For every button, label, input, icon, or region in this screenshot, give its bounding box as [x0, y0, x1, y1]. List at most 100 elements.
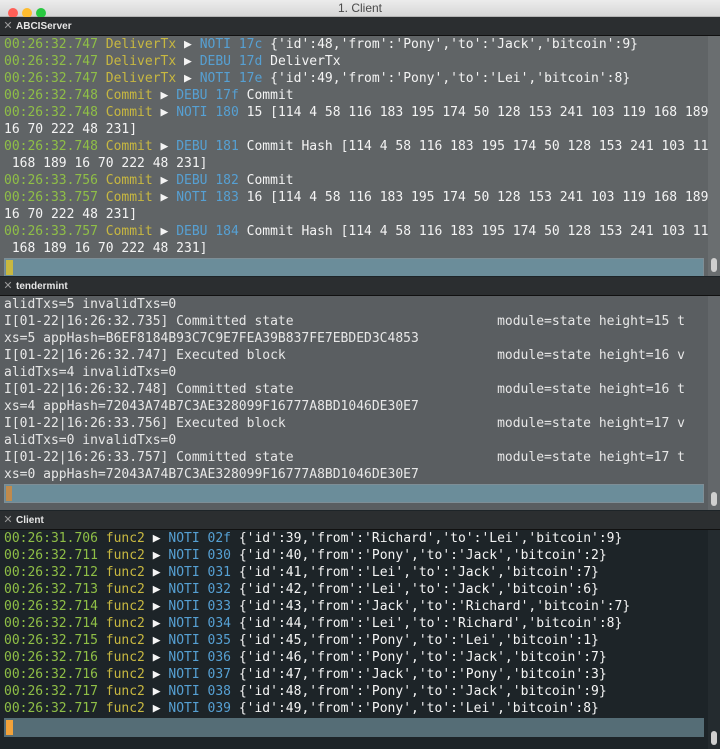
scrollbar-thumb[interactable] — [711, 492, 717, 506]
log-line: 00:26:32.748 Commit ▶ NOTI 180 15 [114 4… — [4, 104, 708, 121]
pane-tendermint: ✕ tendermint alidTxs=5 invalidTxs=0 I[01-2… — [0, 277, 720, 510]
log-message: {'id':39,'from':'Richard','to':'Lei','bi… — [238, 531, 623, 546]
log-level: NOTI 17e — [199, 71, 263, 86]
log-line: xs=4 appHash=72043A74B7C3AE328099F16777A… — [4, 398, 708, 415]
log-module: Commit — [105, 190, 153, 205]
log-line: 00:26:32.712 func2 ▶ NOTI 031 {'id':41,'… — [4, 564, 708, 581]
log-timestamp: 00:26:32.748 — [4, 88, 98, 103]
log-line: 00:26:32.714 func2 ▶ NOTI 033 {'id':43,'… — [4, 598, 708, 615]
play-arrow-icon: ▶ — [144, 548, 169, 563]
log-text: xs=0 appHash=72043A74B7C3AE328099F16777A… — [4, 467, 419, 482]
window-title: 1. Client — [337, 1, 383, 15]
play-arrow-icon: ▶ — [144, 565, 169, 580]
log-level: NOTI 180 — [176, 105, 239, 120]
log-text: alidTxs=5 invalidTxs=0 — [4, 297, 177, 312]
log-line: 00:26:32.716 func2 ▶ NOTI 037 {'id':47,'… — [4, 666, 708, 683]
log-message: {'id':42,'from':'Lei','to':'Jack','bitco… — [238, 582, 599, 597]
log-level: NOTI 183 — [176, 190, 239, 205]
log-module: Commit — [105, 224, 153, 239]
log-module: Commit — [105, 88, 153, 103]
log-text: I[01-22|16:26:33.757] Committed state mo… — [4, 450, 685, 465]
log-message: {'id':48,'from':'Pony','to':'Jack','bitc… — [238, 684, 607, 699]
play-arrow-icon: ▶ — [144, 599, 169, 614]
log-line: I[01-22|16:26:32.748] Committed state mo… — [4, 381, 708, 398]
pane-title: Client — [16, 515, 44, 526]
pane-abciserver: ✕ ABCIServer 00:26:32.747 DeliverTx ▶ NOT… — [0, 17, 720, 276]
scrollbar-thumb[interactable] — [711, 731, 717, 745]
scrollbar[interactable] — [708, 36, 720, 276]
log-text: 16 70 222 48 231] — [4, 207, 138, 222]
log-line: 00:26:33.757 Commit ▶ DEBU 184 Commit Ha… — [4, 223, 716, 240]
log-lines: 00:26:32.747 DeliverTx ▶ NOTI 17c {'id':… — [4, 36, 716, 257]
play-arrow-icon: ▶ — [152, 190, 177, 205]
play-arrow-icon: ▶ — [152, 139, 177, 154]
scrollbar-thumb[interactable] — [711, 258, 717, 272]
command-input[interactable] — [4, 484, 704, 503]
log-line: I[01-22|16:26:32.735] Committed state mo… — [4, 313, 708, 330]
close-icon[interactable]: ✕ — [0, 511, 16, 529]
log-text: 168 189 16 70 222 48 231] — [4, 156, 208, 171]
log-module: func2 — [105, 633, 145, 648]
log-line: alidTxs=5 invalidTxs=0 — [4, 296, 708, 313]
log-module: func2 — [105, 667, 145, 682]
log-timestamp: 00:26:32.716 — [4, 667, 98, 682]
log-line: 168 189 16 70 222 48 231] — [4, 155, 708, 172]
log-text: xs=4 appHash=72043A74B7C3AE328099F16777A… — [4, 399, 419, 414]
log-timestamp: 00:26:32.748 — [4, 139, 98, 154]
log-message: {'id':46,'from':'Pony','to':'Jack','bitc… — [238, 650, 607, 665]
log-message: Commit — [246, 173, 294, 188]
log-line: 00:26:32.747 DeliverTx ▶ NOTI 17e {'id':… — [4, 70, 708, 87]
log-output: alidTxs=5 invalidTxs=0 I[01-22|16:26:32.7… — [0, 296, 708, 510]
log-line: 00:26:32.717 func2 ▶ NOTI 039 {'id':49,'… — [4, 700, 708, 717]
log-module: func2 — [105, 531, 145, 546]
log-timestamp: 00:26:32.747 — [4, 54, 98, 69]
log-timestamp: 00:26:32.716 — [4, 650, 98, 665]
play-arrow-icon: ▶ — [152, 105, 177, 120]
log-line: 00:26:32.717 func2 ▶ NOTI 038 {'id':48,'… — [4, 683, 708, 700]
log-module: func2 — [105, 616, 145, 631]
command-input[interactable] — [4, 718, 704, 737]
log-line: I[01-22|16:26:33.757] Committed state mo… — [4, 449, 708, 466]
log-output: 00:26:32.747 DeliverTx ▶ NOTI 17c {'id':… — [0, 36, 716, 276]
command-input[interactable] — [4, 258, 704, 276]
log-line: xs=0 appHash=72043A74B7C3AE328099F16777A… — [4, 466, 708, 483]
log-module: func2 — [105, 650, 145, 665]
log-timestamp: 00:26:32.717 — [4, 684, 98, 699]
scrollbar[interactable] — [708, 296, 720, 510]
close-icon[interactable]: ✕ — [0, 277, 16, 295]
log-text: alidTxs=4 invalidTxs=0 — [4, 365, 177, 380]
log-line: 16 70 222 48 231] — [4, 206, 708, 223]
log-timestamp: 00:26:32.747 — [4, 71, 98, 86]
log-line: 00:26:32.748 Commit ▶ DEBU 17f Commit — [4, 87, 708, 104]
log-timestamp: 00:26:31.706 — [4, 531, 98, 546]
play-arrow-icon: ▶ — [176, 37, 200, 52]
play-arrow-icon: ▶ — [144, 582, 169, 597]
log-line: 00:26:33.756 Commit ▶ DEBU 182 Commit — [4, 172, 708, 189]
log-module: Commit — [105, 173, 153, 188]
log-message: {'id':49,'from':'Pony','to':'Lei','bitco… — [238, 701, 599, 716]
log-text: xs=5 appHash=B6EF8184B93C7C9E7FEA39B837F… — [4, 331, 419, 346]
log-module: func2 — [105, 701, 145, 716]
text-cursor — [6, 486, 12, 501]
close-icon[interactable]: ✕ — [0, 17, 16, 35]
log-timestamp: 00:26:32.747 — [4, 37, 98, 52]
log-timestamp: 00:26:32.713 — [4, 582, 98, 597]
log-output: 00:26:31.706 func2 ▶ NOTI 02f {'id':39,'… — [0, 530, 708, 749]
log-level: DEBU 17d — [199, 54, 263, 69]
log-text: I[01-22|16:26:32.748] Committed state mo… — [4, 382, 685, 397]
log-timestamp: 00:26:33.757 — [4, 190, 98, 205]
log-message: {'id':41,'from':'Lei','to':'Jack','bitco… — [238, 565, 599, 580]
log-text: I[01-22|16:26:32.735] Committed state mo… — [4, 314, 685, 329]
log-message: 15 [114 4 58 116 183 195 174 50 128 153 … — [246, 105, 709, 120]
scrollbar[interactable] — [708, 530, 720, 749]
log-level: DEBU 182 — [176, 173, 239, 188]
log-level: NOTI 039 — [168, 701, 231, 716]
log-line: alidTxs=0 invalidTxs=0 — [4, 432, 708, 449]
log-level: NOTI 036 — [168, 650, 231, 665]
log-timestamp: 00:26:32.711 — [4, 548, 98, 563]
log-level: NOTI 031 — [168, 565, 231, 580]
log-level: NOTI 030 — [168, 548, 231, 563]
pane-header: ✕ ABCIServer — [0, 17, 720, 36]
log-text: alidTxs=0 invalidTxs=0 — [4, 433, 177, 448]
pane-client: ✕ Client 00:26:31.706 func2 ▶ NOTI 02f {'… — [0, 511, 720, 749]
